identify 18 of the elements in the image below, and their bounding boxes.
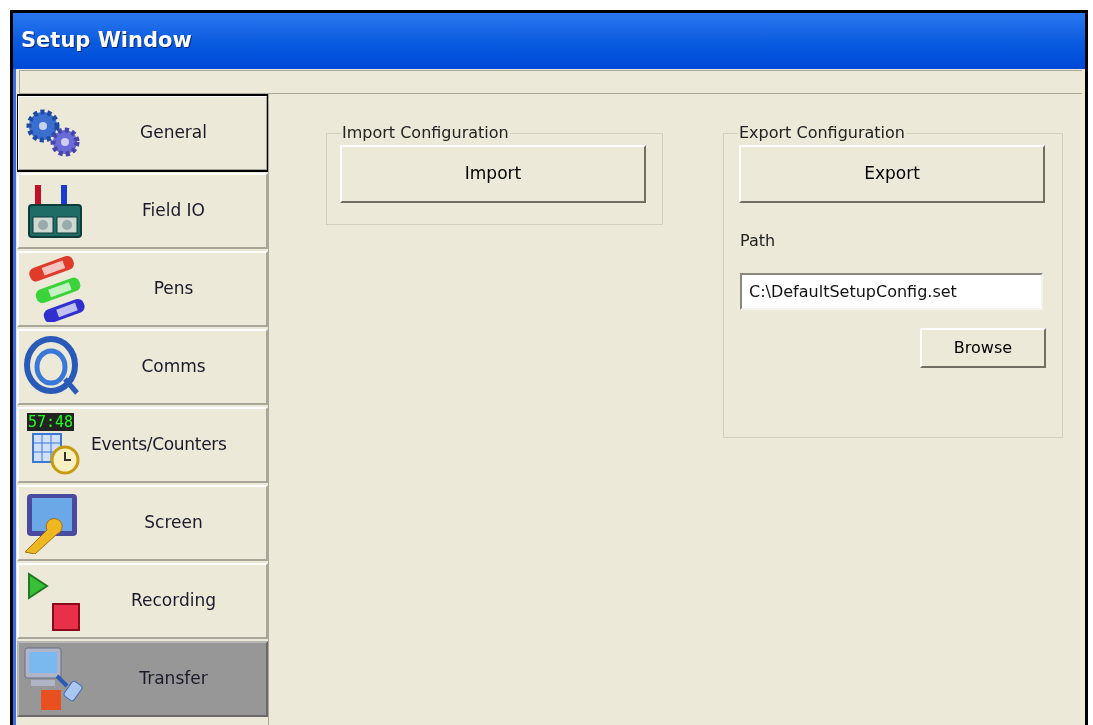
sidebar-item[interactable]: Transfer [17, 641, 268, 717]
sidebar-item[interactable]: Comms [17, 329, 268, 405]
sidebar-item[interactable]: Pens [17, 251, 268, 327]
sidebar-item[interactable]: General [17, 95, 268, 171]
export-button[interactable]: Export [739, 145, 1045, 203]
clock-display: 57:48 [27, 413, 75, 431]
sidebar-item[interactable]: Field IO [17, 173, 268, 249]
path-field[interactable]: C:\DefaultSetupConfig.set [740, 273, 1043, 310]
sidebar-item[interactable]: Screen [17, 485, 268, 561]
import-button[interactable]: Import [340, 145, 646, 203]
group-title: Import Configuration [341, 122, 510, 144]
sidebar-item[interactable]: 57:48 Events/Counters [17, 407, 268, 483]
calendar-clock-icon [31, 432, 81, 476]
path-label: Path [740, 230, 777, 252]
group-title: Export Configuration [738, 122, 906, 144]
sidebar-item[interactable]: Recording [17, 563, 268, 639]
browse-button[interactable]: Browse [920, 328, 1046, 368]
window-title: Setup Window [21, 27, 192, 55]
